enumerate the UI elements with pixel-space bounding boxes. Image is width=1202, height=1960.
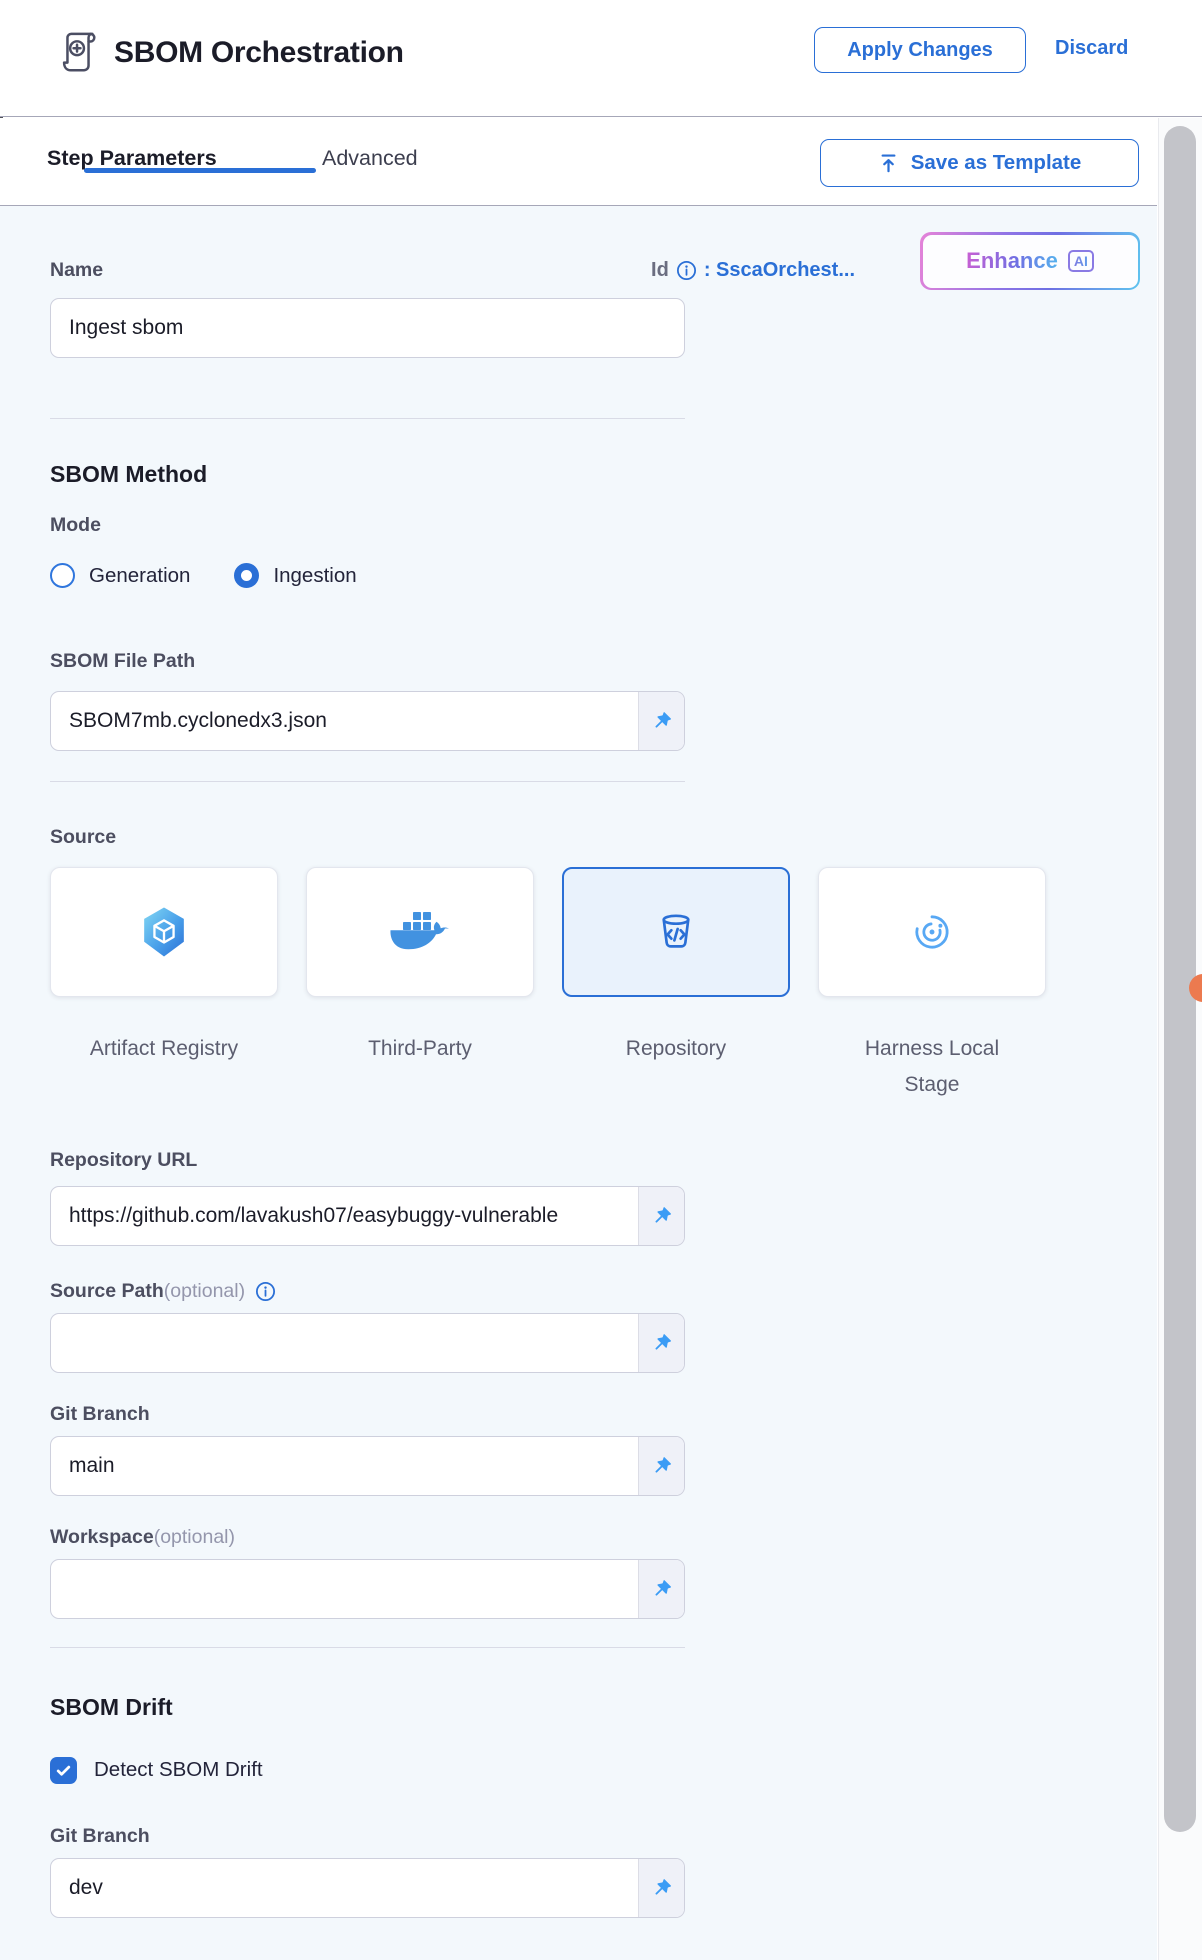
- workspace-input[interactable]: [51, 1560, 638, 1618]
- source-card-artifact-registry[interactable]: [50, 867, 278, 997]
- tab-bar: Step Parameters Advanced Save as Templat…: [0, 118, 1157, 206]
- tab-advanced-label: Advanced: [322, 146, 418, 170]
- tab-advanced[interactable]: Advanced: [322, 146, 418, 171]
- page-title: SBOM Orchestration: [114, 36, 404, 70]
- id-value: : SscaOrchest...: [704, 259, 855, 282]
- source-label: Source: [50, 826, 1157, 849]
- source-card-label: Repository: [626, 1031, 726, 1067]
- repository-url-input[interactable]: [51, 1187, 638, 1245]
- checkbox-checked-icon: [50, 1757, 77, 1784]
- drift-git-branch-label: Git Branch: [50, 1825, 1157, 1848]
- active-tab-underline: [84, 168, 316, 173]
- info-icon[interactable]: [676, 260, 697, 281]
- pin-button[interactable]: [638, 1859, 684, 1917]
- save-as-template-label: Save as Template: [911, 151, 1082, 175]
- radio-ingestion-circle: [234, 563, 259, 588]
- radio-generation[interactable]: Generation: [50, 563, 190, 588]
- tab-step-parameters-label: Step Parameters: [47, 146, 217, 170]
- sbom-drift-heading: SBOM Drift: [50, 1694, 1157, 1721]
- radio-generation-label: Generation: [89, 564, 190, 588]
- pin-icon: [650, 1455, 673, 1478]
- drift-git-branch-group: [50, 1858, 685, 1918]
- radio-ingestion[interactable]: Ingestion: [234, 563, 356, 588]
- radio-ingestion-label: Ingestion: [273, 564, 356, 588]
- source-card-group: Artifact Registry Thi: [50, 867, 1110, 1103]
- apply-changes-button[interactable]: Apply Changes: [814, 27, 1026, 73]
- pin-button[interactable]: [638, 1560, 684, 1618]
- tab-step-parameters[interactable]: Step Parameters: [47, 146, 217, 171]
- sbom-method-heading: SBOM Method: [50, 461, 1157, 488]
- mode-label: Mode: [50, 514, 1157, 537]
- pin-button[interactable]: [638, 692, 684, 750]
- pin-button[interactable]: [638, 1187, 684, 1245]
- enhance-label: Enhance: [966, 248, 1058, 274]
- upload-icon: [878, 153, 899, 174]
- source-card-label: Third-Party: [368, 1031, 472, 1067]
- source-card-label: Harness Local Stage: [837, 1031, 1027, 1103]
- repository-url-group: [50, 1186, 685, 1246]
- radio-generation-circle: [50, 563, 75, 588]
- pin-icon: [650, 1877, 673, 1900]
- name-input[interactable]: [50, 298, 685, 358]
- save-as-template-button[interactable]: Save as Template: [820, 139, 1139, 187]
- sbom-file-path-input[interactable]: [51, 692, 638, 750]
- scroll-plus-icon: [55, 30, 101, 76]
- panel-header: SBOM Orchestration Apply Changes Discard: [0, 0, 1202, 117]
- id-label: Id: [651, 259, 669, 282]
- git-branch-group: [50, 1436, 685, 1496]
- step-parameters-form: Enhance AI Name Id : SscaOrchest...: [0, 206, 1157, 1960]
- target-rings-icon: [904, 904, 960, 960]
- discard-button[interactable]: Discard: [1055, 37, 1128, 60]
- source-path-label: Source Path(optional): [50, 1280, 245, 1303]
- workspace-label: Workspace(optional): [50, 1526, 1157, 1549]
- name-label: Name: [50, 259, 103, 282]
- pin-icon: [650, 710, 673, 733]
- mode-radio-group: Generation Ingestion: [50, 563, 1157, 588]
- divider: [50, 418, 685, 419]
- source-card-label: Artifact Registry: [90, 1031, 238, 1067]
- step-id: Id : SscaOrchest...: [651, 259, 855, 282]
- info-icon[interactable]: [255, 1281, 276, 1302]
- docker-whale-icon: [388, 909, 452, 955]
- name-label-row: Name Id : SscaOrchest...: [50, 256, 855, 284]
- sbom-orchestration-panel: SBOM Orchestration Apply Changes Discard…: [0, 0, 1202, 1960]
- divider: [50, 1647, 685, 1648]
- source-card-repository[interactable]: [562, 867, 790, 997]
- source-path-group: [50, 1313, 685, 1373]
- code-bucket-icon: [648, 904, 704, 960]
- source-card-harness-local-stage[interactable]: [818, 867, 1046, 997]
- pin-icon: [650, 1578, 673, 1601]
- sbom-file-path-label: SBOM File Path: [50, 650, 1157, 673]
- artifact-registry-icon: [136, 904, 192, 960]
- pin-button[interactable]: [638, 1437, 684, 1495]
- workspace-group: [50, 1559, 685, 1619]
- git-branch-label: Git Branch: [50, 1403, 1157, 1426]
- pin-icon: [650, 1332, 673, 1355]
- repository-url-label: Repository URL: [50, 1149, 1157, 1172]
- detect-sbom-drift-label: Detect SBOM Drift: [94, 1758, 263, 1782]
- ai-badge: AI: [1068, 250, 1094, 272]
- divider: [50, 781, 685, 782]
- sbom-file-path-group: [50, 691, 685, 751]
- source-card-third-party[interactable]: [306, 867, 534, 997]
- git-branch-input[interactable]: [51, 1437, 638, 1495]
- enhance-ai-button[interactable]: Enhance AI: [920, 232, 1140, 290]
- pin-icon: [650, 1205, 673, 1228]
- detect-sbom-drift-checkbox-row[interactable]: Detect SBOM Drift: [50, 1755, 1157, 1785]
- source-path-input[interactable]: [51, 1314, 638, 1372]
- drift-git-branch-input[interactable]: [51, 1859, 638, 1917]
- pin-button[interactable]: [638, 1314, 684, 1372]
- source-path-label-row: Source Path(optional): [50, 1280, 1157, 1303]
